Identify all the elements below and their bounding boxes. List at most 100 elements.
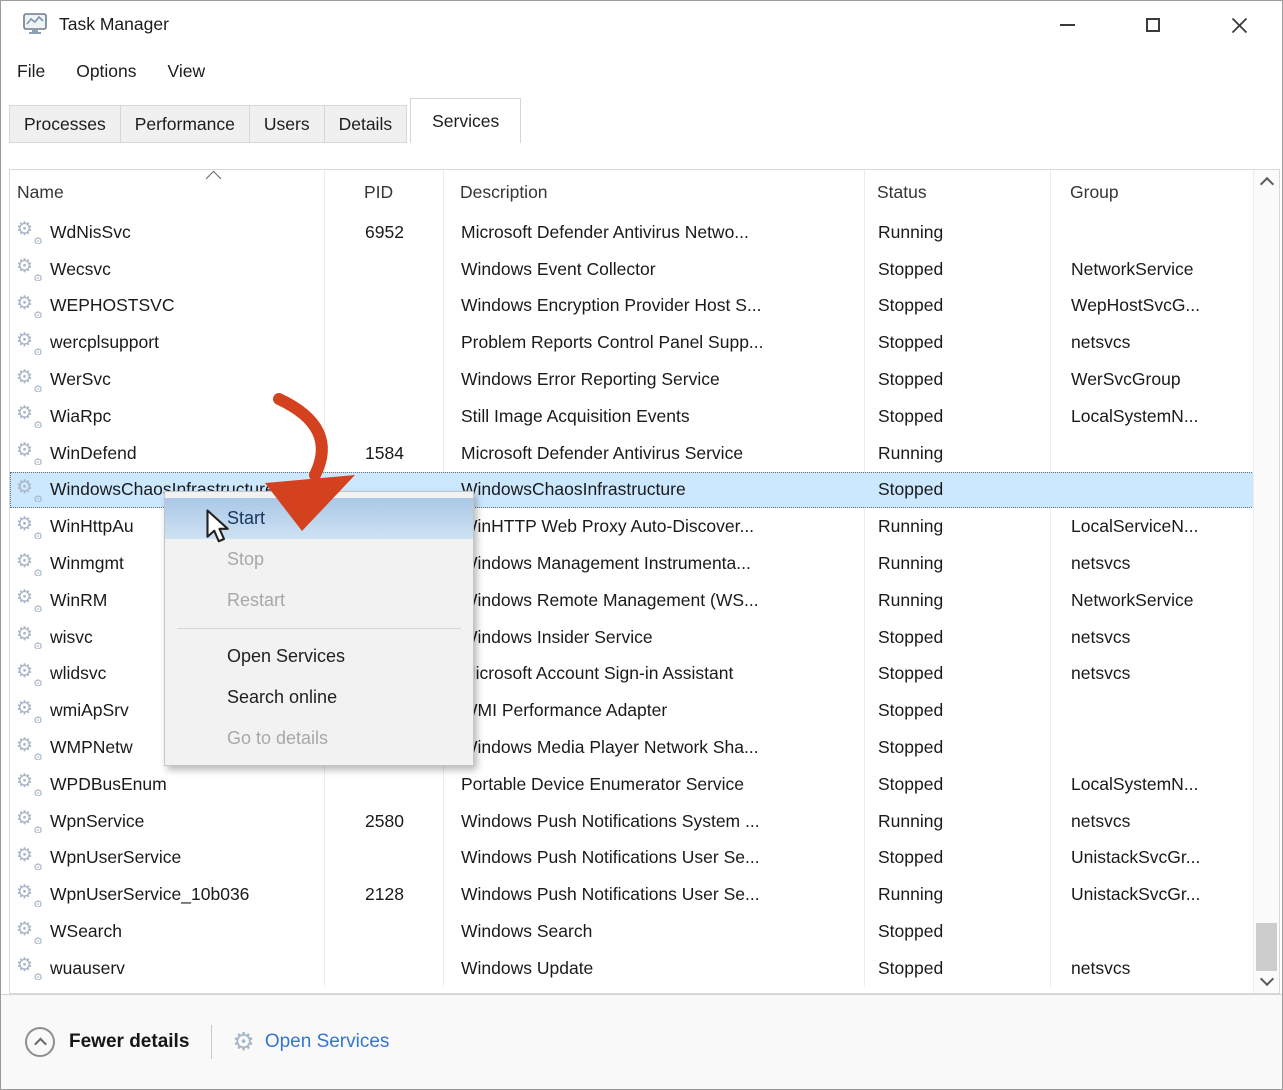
cell-pid: 2128	[325, 884, 444, 905]
column-header-label: PID	[364, 182, 393, 203]
tab-users[interactable]: Users	[249, 105, 325, 143]
tab-performance[interactable]: Performance	[120, 105, 250, 143]
service-gear-icon: ⚙⚙	[18, 404, 42, 428]
column-header-label: Status	[877, 182, 927, 203]
service-row[interactable]: ⚙⚙WerSvcWindows Error Reporting ServiceS…	[10, 361, 1254, 398]
cell-status: Running	[865, 443, 1051, 464]
open-services-link[interactable]: ⚙ Open Services	[232, 1030, 389, 1055]
cell-description: Portable Device Enumerator Service	[444, 774, 865, 795]
cell-pid: 6952	[325, 222, 444, 243]
cell-group: NetworkService	[1051, 590, 1253, 611]
context-menu-item-open-services[interactable]: Open Services	[165, 636, 473, 677]
vertical-scrollbar[interactable]	[1253, 170, 1279, 993]
cell-description: WMI Performance Adapter	[444, 700, 865, 721]
minimize-button[interactable]	[1024, 1, 1110, 49]
service-name-label: WiaRpc	[50, 406, 111, 427]
service-name-label: WpnUserService	[50, 847, 181, 868]
menu-item-file[interactable]: File	[17, 61, 45, 82]
service-row[interactable]: ⚙⚙wercplsupportProblem Reports Control P…	[10, 324, 1254, 361]
context-menu-item-go-to-details: Go to details	[165, 718, 473, 759]
cell-group: LocalSystemN...	[1051, 774, 1253, 795]
cell-description: Windows Search	[444, 921, 865, 942]
cell-name: ⚙⚙ WiaRpc	[11, 404, 325, 428]
context-menu-separator	[177, 628, 461, 629]
tab-bar: ProcessesPerformanceUsersDetailsServices	[9, 98, 520, 143]
column-header-group[interactable]: Group	[1050, 170, 1254, 214]
context-menu-item-start[interactable]: Start	[165, 498, 473, 539]
scrollbar-thumb[interactable]	[1256, 923, 1277, 971]
cell-name: ⚙⚙wercplsupport	[11, 331, 325, 355]
service-row[interactable]: ⚙⚙WdNisSvc6952Microsoft Defender Antivir…	[10, 214, 1254, 251]
service-row[interactable]: ⚙⚙WEPHOSTSVC Windows Encryption Provider …	[10, 288, 1254, 325]
service-gear-icon: ⚙⚙	[18, 552, 42, 576]
context-menu-item-search-online[interactable]: Search online	[165, 677, 473, 718]
cell-status: Running	[865, 553, 1051, 574]
cell-status: Stopped	[865, 737, 1051, 758]
menu-item-view[interactable]: View	[168, 61, 206, 82]
service-row[interactable]: ⚙⚙wuauservWindows UpdateStoppednetsvcs	[10, 950, 1254, 987]
context-menu: StartStopRestartOpen ServicesSearch onli…	[164, 491, 474, 766]
service-name-label: WinRM	[50, 590, 107, 611]
service-row[interactable]: ⚙⚙WinDefend1584Microsoft Defender Antivi…	[10, 435, 1254, 472]
list-header: Name PID Description Status Group	[10, 170, 1254, 214]
service-row[interactable]: ⚙⚙WpnService2580Windows Push Notificatio…	[10, 803, 1254, 840]
service-name-label: wuauserv	[50, 958, 125, 979]
title-bar: Task Manager	[1, 1, 1282, 49]
scroll-down-button[interactable]	[1254, 967, 1279, 991]
service-name-label: wisvc	[50, 627, 93, 648]
cell-description: Still Image Acquisition Events	[444, 406, 865, 427]
cell-group: LocalServiceN...	[1051, 516, 1253, 537]
service-gear-icon: ⚙⚙	[18, 772, 42, 796]
context-menu-item-restart: Restart	[165, 580, 473, 621]
column-header-label: Group	[1070, 182, 1119, 203]
service-gear-icon: ⚙⚙	[18, 515, 42, 539]
menu-item-options[interactable]: Options	[76, 61, 136, 82]
cell-description: Windows Encryption Provider Host S...	[444, 295, 865, 316]
cell-status: Running	[865, 222, 1051, 243]
tab-processes[interactable]: Processes	[9, 105, 121, 143]
maximize-button[interactable]	[1110, 1, 1196, 49]
cell-status: Stopped	[865, 663, 1051, 684]
close-button[interactable]	[1196, 1, 1282, 49]
scroll-up-button[interactable]	[1254, 172, 1279, 196]
cell-group: netsvcs	[1051, 663, 1253, 684]
service-gear-icon: ⚙⚙	[18, 699, 42, 723]
column-header-status[interactable]: Status	[864, 170, 1050, 214]
cell-description: WinHTTP Web Proxy Auto-Discover...	[444, 516, 865, 537]
service-row[interactable]: ⚙⚙WecsvcWindows Event CollectorStoppedNe…	[10, 251, 1254, 288]
cell-pid: 1584	[325, 443, 444, 464]
service-gear-icon: ⚙⚙	[18, 846, 42, 870]
column-header-pid[interactable]: PID	[324, 170, 443, 214]
cell-description: Windows Error Reporting Service	[444, 369, 865, 390]
service-row[interactable]: ⚙⚙WSearchWindows SearchStopped	[10, 913, 1254, 950]
service-gear-icon: ⚙⚙	[18, 220, 42, 244]
cell-group: WerSvcGroup	[1051, 369, 1253, 390]
cell-status: Running	[865, 884, 1051, 905]
service-gear-icon: ⚙⚙	[18, 294, 42, 318]
cell-description: Microsoft Defender Antivirus Service	[444, 443, 865, 464]
tab-services[interactable]: Services	[410, 98, 521, 143]
cell-group: netsvcs	[1051, 553, 1253, 574]
service-row[interactable]: ⚙⚙ WPDBusEnum Portable Device Enumerator S…	[10, 766, 1254, 803]
service-name-label: WerSvc	[50, 369, 111, 390]
cell-status: Stopped	[865, 295, 1051, 316]
cell-description: Microsoft Account Sign-in Assistant	[444, 663, 865, 684]
column-header-description[interactable]: Description	[443, 170, 864, 214]
service-row[interactable]: ⚙⚙WpnUserServiceWindows Push Notificatio…	[10, 840, 1254, 877]
service-name-label: WMPNetw	[50, 737, 133, 758]
column-header-label: Description	[460, 182, 548, 203]
cell-status: Stopped	[865, 847, 1051, 868]
service-name-label: WPDBusEnum	[50, 774, 167, 795]
service-gear-icon: ⚙⚙	[18, 736, 42, 760]
cell-name: ⚙⚙WEPHOSTSVC	[11, 294, 325, 318]
cell-description: Windows Insider Service	[444, 627, 865, 648]
service-row[interactable]: ⚙⚙WpnUserService_10b0362128Windows Push …	[10, 876, 1254, 913]
fewer-details-button[interactable]: Fewer details	[25, 1027, 189, 1057]
open-services-label: Open Services	[265, 1031, 390, 1053]
column-header-name[interactable]: Name	[10, 170, 324, 214]
cell-name: ⚙⚙WpnUserService_10b036	[11, 883, 325, 907]
chevron-up-circle-icon	[25, 1027, 55, 1057]
service-row[interactable]: ⚙⚙WiaRpcStill Image Acquisition EventsSt…	[10, 398, 1254, 435]
tab-details[interactable]: Details	[324, 105, 408, 143]
service-name-label: WinHttpAu	[50, 516, 134, 537]
